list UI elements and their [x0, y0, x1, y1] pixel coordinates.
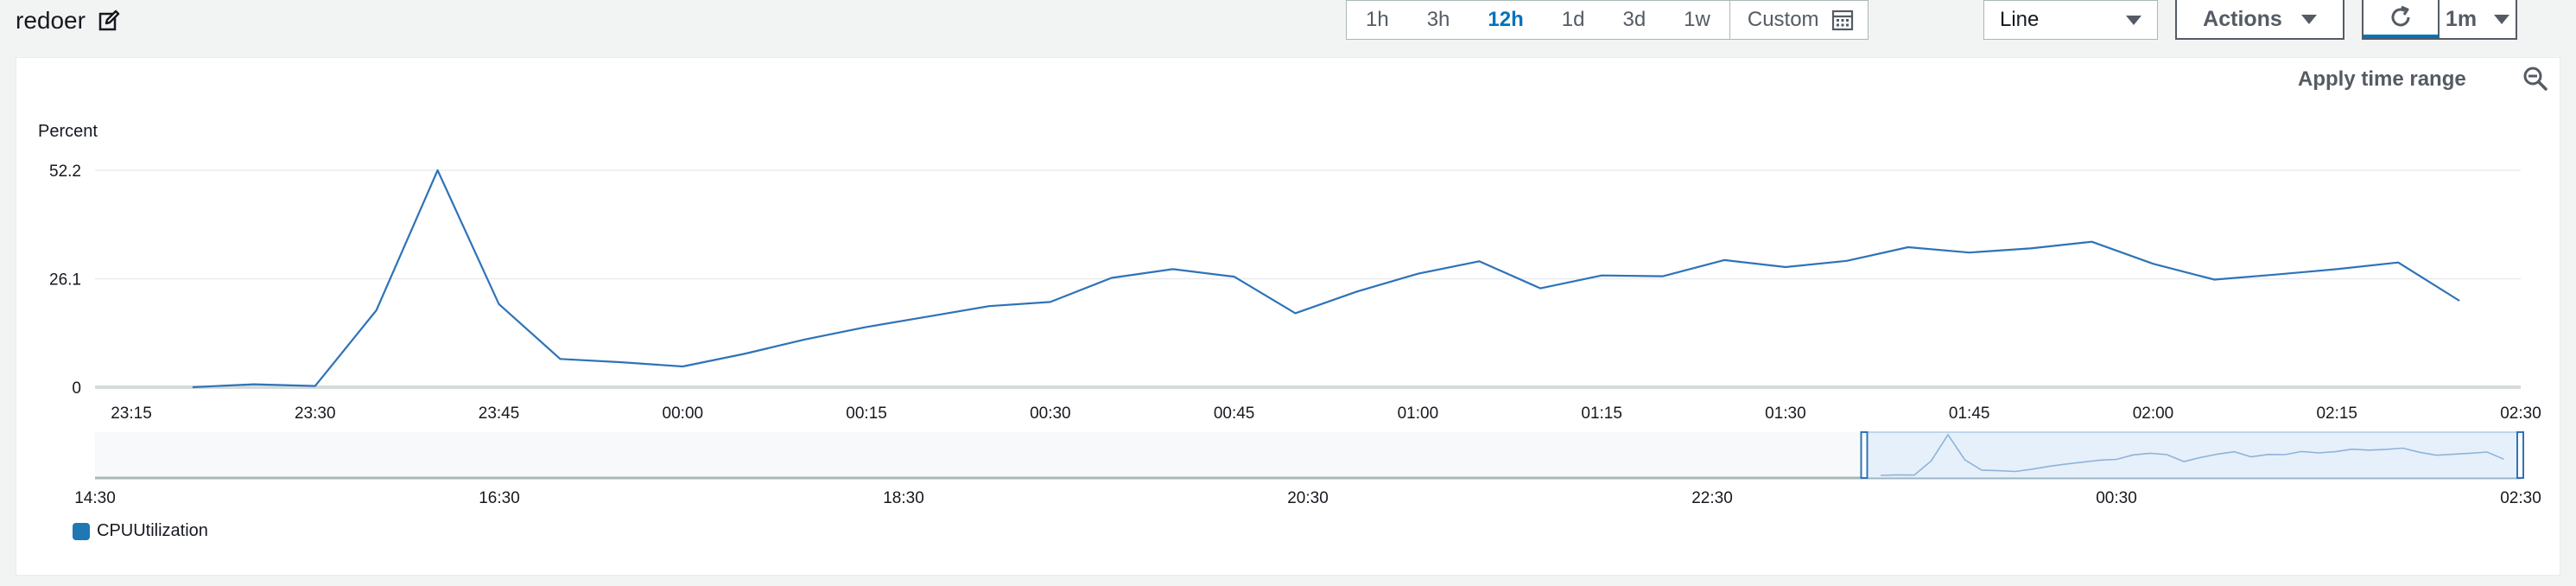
x-tick-label: 23:45: [479, 404, 520, 423]
y-tick-label: 52.2: [49, 162, 81, 181]
x-tick-label: 00:00: [663, 404, 704, 423]
overview-x-tick-label: 00:30: [2096, 489, 2137, 507]
overview-handle-right: [2516, 431, 2524, 479]
cpu-line-chart: Percent 0 26.1 52.2 23:15 23:30 23:45 00:00 00…: [38, 122, 2541, 507]
overview-x-tick-label: 20:30: [1287, 489, 1329, 507]
legend-label: CPUUtilization: [97, 521, 208, 540]
x-tick-label: 01:15: [1581, 404, 1622, 423]
time-range-overview[interactable]: [95, 431, 2524, 480]
y-axis-ticks: 0 26.1 52.2: [49, 162, 81, 398]
overview-handle-left: [1860, 431, 1869, 479]
y-axis-title: Percent: [38, 122, 98, 141]
chart-grid: [95, 169, 2521, 389]
x-tick-label: 01:30: [1765, 404, 1806, 423]
x-tick-label: 02:00: [2133, 404, 2174, 423]
x-tick-label: 01:00: [1398, 404, 1439, 423]
overview-x-tick-label: 14:30: [74, 489, 116, 507]
overview-x-tick-label: 16:30: [479, 489, 520, 507]
x-tick-label: 02:15: [2316, 404, 2357, 423]
overview-x-tick-label: 22:30: [1691, 489, 1733, 507]
x-tick-label: 00:15: [846, 404, 887, 423]
legend-swatch: [73, 522, 90, 540]
y-tick-label: 0: [72, 379, 81, 398]
chart-legend: CPUUtilization: [73, 521, 208, 541]
x-tick-label: 02:30: [2500, 404, 2541, 423]
x-tick-label: 23:15: [111, 404, 152, 423]
x-tick-label: 00:30: [1030, 404, 1071, 423]
x-tick-label: 01:45: [1949, 404, 1990, 423]
overview-x-tick-label: 18:30: [883, 489, 924, 507]
overview-x-tick-label: 02:30: [2500, 489, 2541, 507]
x-tick-label: 23:30: [295, 404, 336, 423]
y-tick-label: 26.1: [49, 271, 81, 290]
x-tick-label: 00:45: [1214, 404, 1255, 423]
x-axis-ticks: 23:15 23:30 23:45 00:00 00:15 00:30 00:45 01:00…: [111, 404, 2541, 423]
overview-x-ticks: 14:30 16:30 18:30 20:30 22:30 00:30 02:30: [74, 489, 2541, 507]
